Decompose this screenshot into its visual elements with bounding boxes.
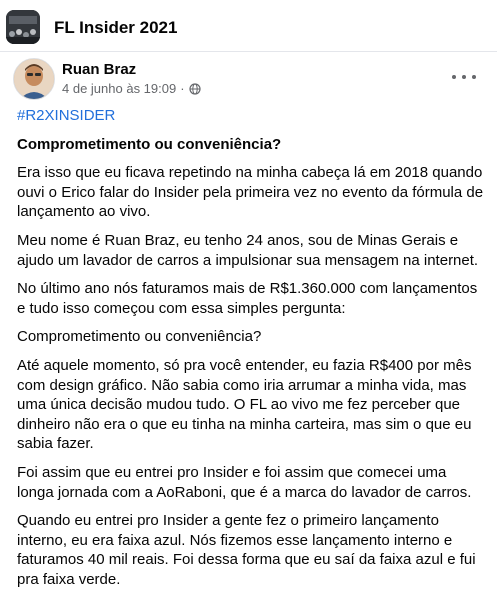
post-paragraph: Quando eu entrei pro Insider a gente fez… [17,512,476,588]
author-photo-icon [14,59,54,99]
post-paragraph: Até aquele momento, só pra você entender… [17,356,472,453]
more-options-icon[interactable] [452,70,476,84]
group-header: FL Insider 2021 [0,0,497,52]
post-meta: 4 de junho às 19:09 · [62,81,201,96]
group-cover-thumbnail[interactable] [6,10,40,44]
post-paragraph: Meu nome é Ruan Braz, eu tenho 24 anos, … [17,231,479,269]
meta-separator: · [180,81,185,96]
post-hashtag[interactable]: #R2XINSIDER [17,106,487,126]
post-paragraph: Foi assim que eu entrei pro Insider e fo… [17,463,472,501]
author-avatar[interactable] [13,58,55,100]
post-timestamp[interactable]: 4 de junho às 19:09 [62,81,176,96]
group-title[interactable]: FL Insider 2021 [54,18,177,38]
group-cover-image-icon [6,10,40,44]
post-paragraph: Comprometimento ou conveniência? [17,328,262,346]
globe-icon[interactable] [188,82,201,95]
author-name[interactable]: Ruan Braz [62,61,136,78]
post-body: #R2XINSIDER Comprometimento ou conveniên… [17,106,487,598]
post-paragraph: No último ano nós faturamos mais de R$1.… [17,280,478,317]
post-paragraph: Era isso que eu ficava repetindo na minh… [17,164,484,221]
post-title: Comprometimento ou conveniência? [17,135,282,153]
